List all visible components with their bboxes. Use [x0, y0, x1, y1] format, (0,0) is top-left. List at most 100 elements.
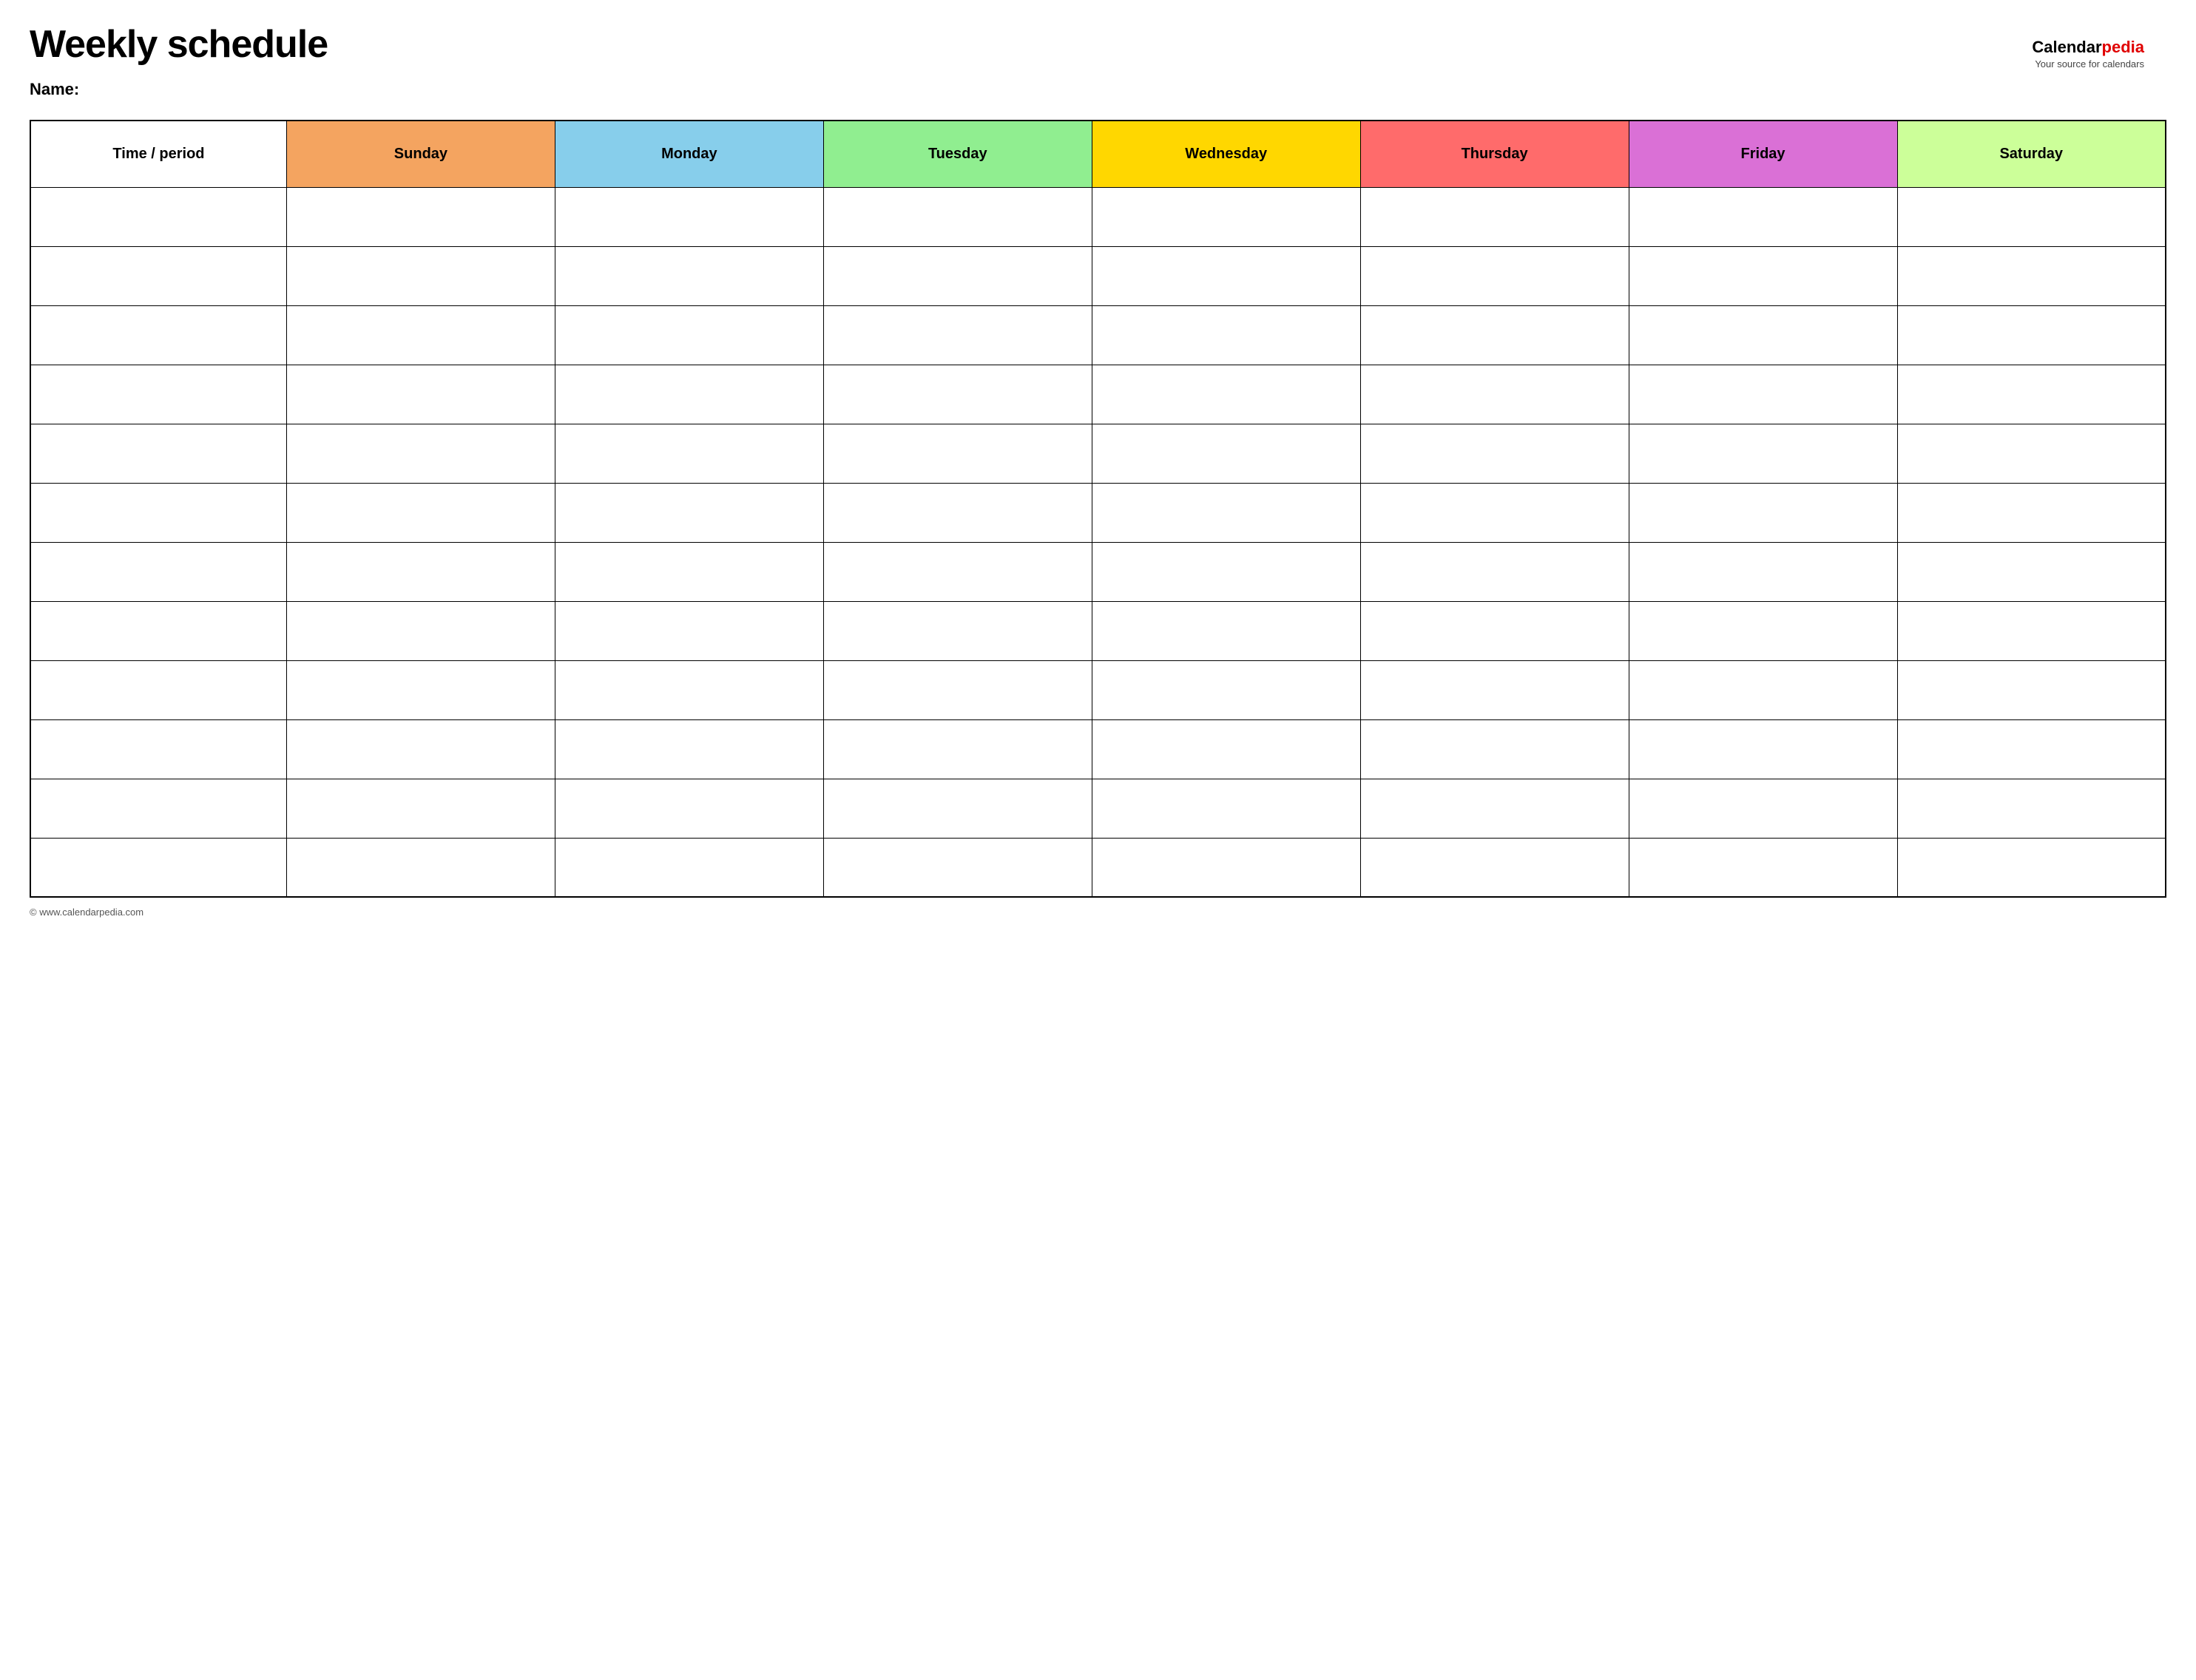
schedule-cell[interactable] [1092, 542, 1360, 601]
schedule-cell[interactable] [286, 424, 555, 483]
schedule-cell[interactable] [823, 187, 1092, 246]
schedule-cell[interactable] [1092, 660, 1360, 719]
schedule-cell[interactable] [823, 305, 1092, 365]
schedule-cell[interactable] [823, 365, 1092, 424]
schedule-cell[interactable] [1360, 187, 1629, 246]
schedule-cell[interactable] [1360, 542, 1629, 601]
time-cell[interactable] [30, 305, 286, 365]
schedule-cell[interactable] [823, 424, 1092, 483]
schedule-cell[interactable] [1629, 424, 1897, 483]
table-row[interactable] [30, 424, 2166, 483]
schedule-cell[interactable] [1092, 187, 1360, 246]
table-row[interactable] [30, 365, 2166, 424]
schedule-cell[interactable] [555, 601, 823, 660]
schedule-cell[interactable] [1897, 305, 2166, 365]
schedule-cell[interactable] [1092, 601, 1360, 660]
schedule-cell[interactable] [555, 483, 823, 542]
schedule-cell[interactable] [1360, 246, 1629, 305]
schedule-cell[interactable] [1629, 187, 1897, 246]
time-cell[interactable] [30, 187, 286, 246]
schedule-cell[interactable] [1897, 424, 2166, 483]
schedule-cell[interactable] [286, 779, 555, 838]
schedule-cell[interactable] [1629, 601, 1897, 660]
schedule-cell[interactable] [1360, 424, 1629, 483]
schedule-cell[interactable] [1629, 660, 1897, 719]
schedule-cell[interactable] [1092, 483, 1360, 542]
schedule-cell[interactable] [286, 187, 555, 246]
table-row[interactable] [30, 542, 2166, 601]
schedule-cell[interactable] [1092, 424, 1360, 483]
schedule-cell[interactable] [1897, 601, 2166, 660]
time-cell[interactable] [30, 365, 286, 424]
schedule-cell[interactable] [1360, 305, 1629, 365]
schedule-cell[interactable] [1360, 601, 1629, 660]
schedule-cell[interactable] [286, 542, 555, 601]
time-cell[interactable] [30, 838, 286, 897]
schedule-cell[interactable] [823, 246, 1092, 305]
schedule-cell[interactable] [1092, 838, 1360, 897]
time-cell[interactable] [30, 542, 286, 601]
schedule-cell[interactable] [1092, 305, 1360, 365]
table-row[interactable] [30, 660, 2166, 719]
table-row[interactable] [30, 719, 2166, 779]
schedule-cell[interactable] [1629, 483, 1897, 542]
table-row[interactable] [30, 601, 2166, 660]
schedule-cell[interactable] [1629, 779, 1897, 838]
schedule-cell[interactable] [286, 305, 555, 365]
time-cell[interactable] [30, 424, 286, 483]
schedule-cell[interactable] [1092, 719, 1360, 779]
schedule-cell[interactable] [1897, 838, 2166, 897]
table-row[interactable] [30, 305, 2166, 365]
schedule-cell[interactable] [555, 719, 823, 779]
schedule-cell[interactable] [823, 719, 1092, 779]
schedule-cell[interactable] [1629, 305, 1897, 365]
schedule-cell[interactable] [1360, 483, 1629, 542]
schedule-cell[interactable] [1629, 719, 1897, 779]
schedule-cell[interactable] [555, 424, 823, 483]
schedule-cell[interactable] [555, 838, 823, 897]
schedule-cell[interactable] [286, 365, 555, 424]
table-row[interactable] [30, 779, 2166, 838]
schedule-cell[interactable] [555, 542, 823, 601]
schedule-cell[interactable] [823, 601, 1092, 660]
table-row[interactable] [30, 838, 2166, 897]
schedule-cell[interactable] [1629, 365, 1897, 424]
schedule-cell[interactable] [555, 187, 823, 246]
schedule-cell[interactable] [286, 660, 555, 719]
time-cell[interactable] [30, 719, 286, 779]
schedule-cell[interactable] [823, 838, 1092, 897]
schedule-cell[interactable] [555, 246, 823, 305]
schedule-cell[interactable] [1897, 187, 2166, 246]
schedule-cell[interactable] [1897, 542, 2166, 601]
schedule-cell[interactable] [1092, 246, 1360, 305]
schedule-cell[interactable] [1897, 483, 2166, 542]
schedule-cell[interactable] [1360, 838, 1629, 897]
schedule-cell[interactable] [286, 838, 555, 897]
schedule-cell[interactable] [1360, 660, 1629, 719]
schedule-cell[interactable] [286, 246, 555, 305]
schedule-cell[interactable] [1897, 660, 2166, 719]
schedule-cell[interactable] [1360, 779, 1629, 838]
schedule-cell[interactable] [1360, 365, 1629, 424]
schedule-cell[interactable] [1629, 542, 1897, 601]
time-cell[interactable] [30, 246, 286, 305]
schedule-cell[interactable] [823, 779, 1092, 838]
time-cell[interactable] [30, 660, 286, 719]
time-cell[interactable] [30, 483, 286, 542]
schedule-cell[interactable] [1897, 719, 2166, 779]
schedule-cell[interactable] [1629, 246, 1897, 305]
table-row[interactable] [30, 246, 2166, 305]
schedule-cell[interactable] [1897, 246, 2166, 305]
schedule-cell[interactable] [1092, 365, 1360, 424]
schedule-cell[interactable] [1897, 365, 2166, 424]
time-cell[interactable] [30, 601, 286, 660]
schedule-cell[interactable] [286, 601, 555, 660]
schedule-cell[interactable] [1092, 779, 1360, 838]
schedule-cell[interactable] [555, 305, 823, 365]
schedule-cell[interactable] [823, 483, 1092, 542]
time-cell[interactable] [30, 779, 286, 838]
schedule-cell[interactable] [555, 779, 823, 838]
schedule-cell[interactable] [823, 542, 1092, 601]
schedule-cell[interactable] [286, 483, 555, 542]
schedule-cell[interactable] [1897, 779, 2166, 838]
